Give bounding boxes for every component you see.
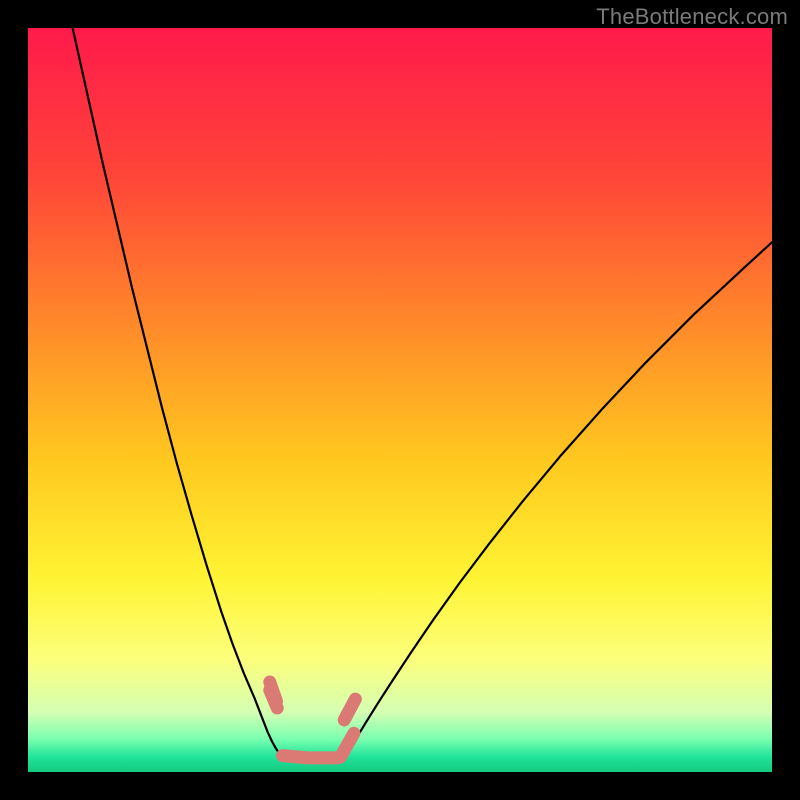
chart-background <box>28 28 772 772</box>
chart-svg <box>28 28 772 772</box>
chart-frame: TheBottleneck.com <box>0 0 800 800</box>
watermark-text: TheBottleneck.com <box>596 4 788 30</box>
plot-area <box>28 28 772 772</box>
marker-segment <box>270 690 277 708</box>
marker-segment <box>282 756 307 758</box>
